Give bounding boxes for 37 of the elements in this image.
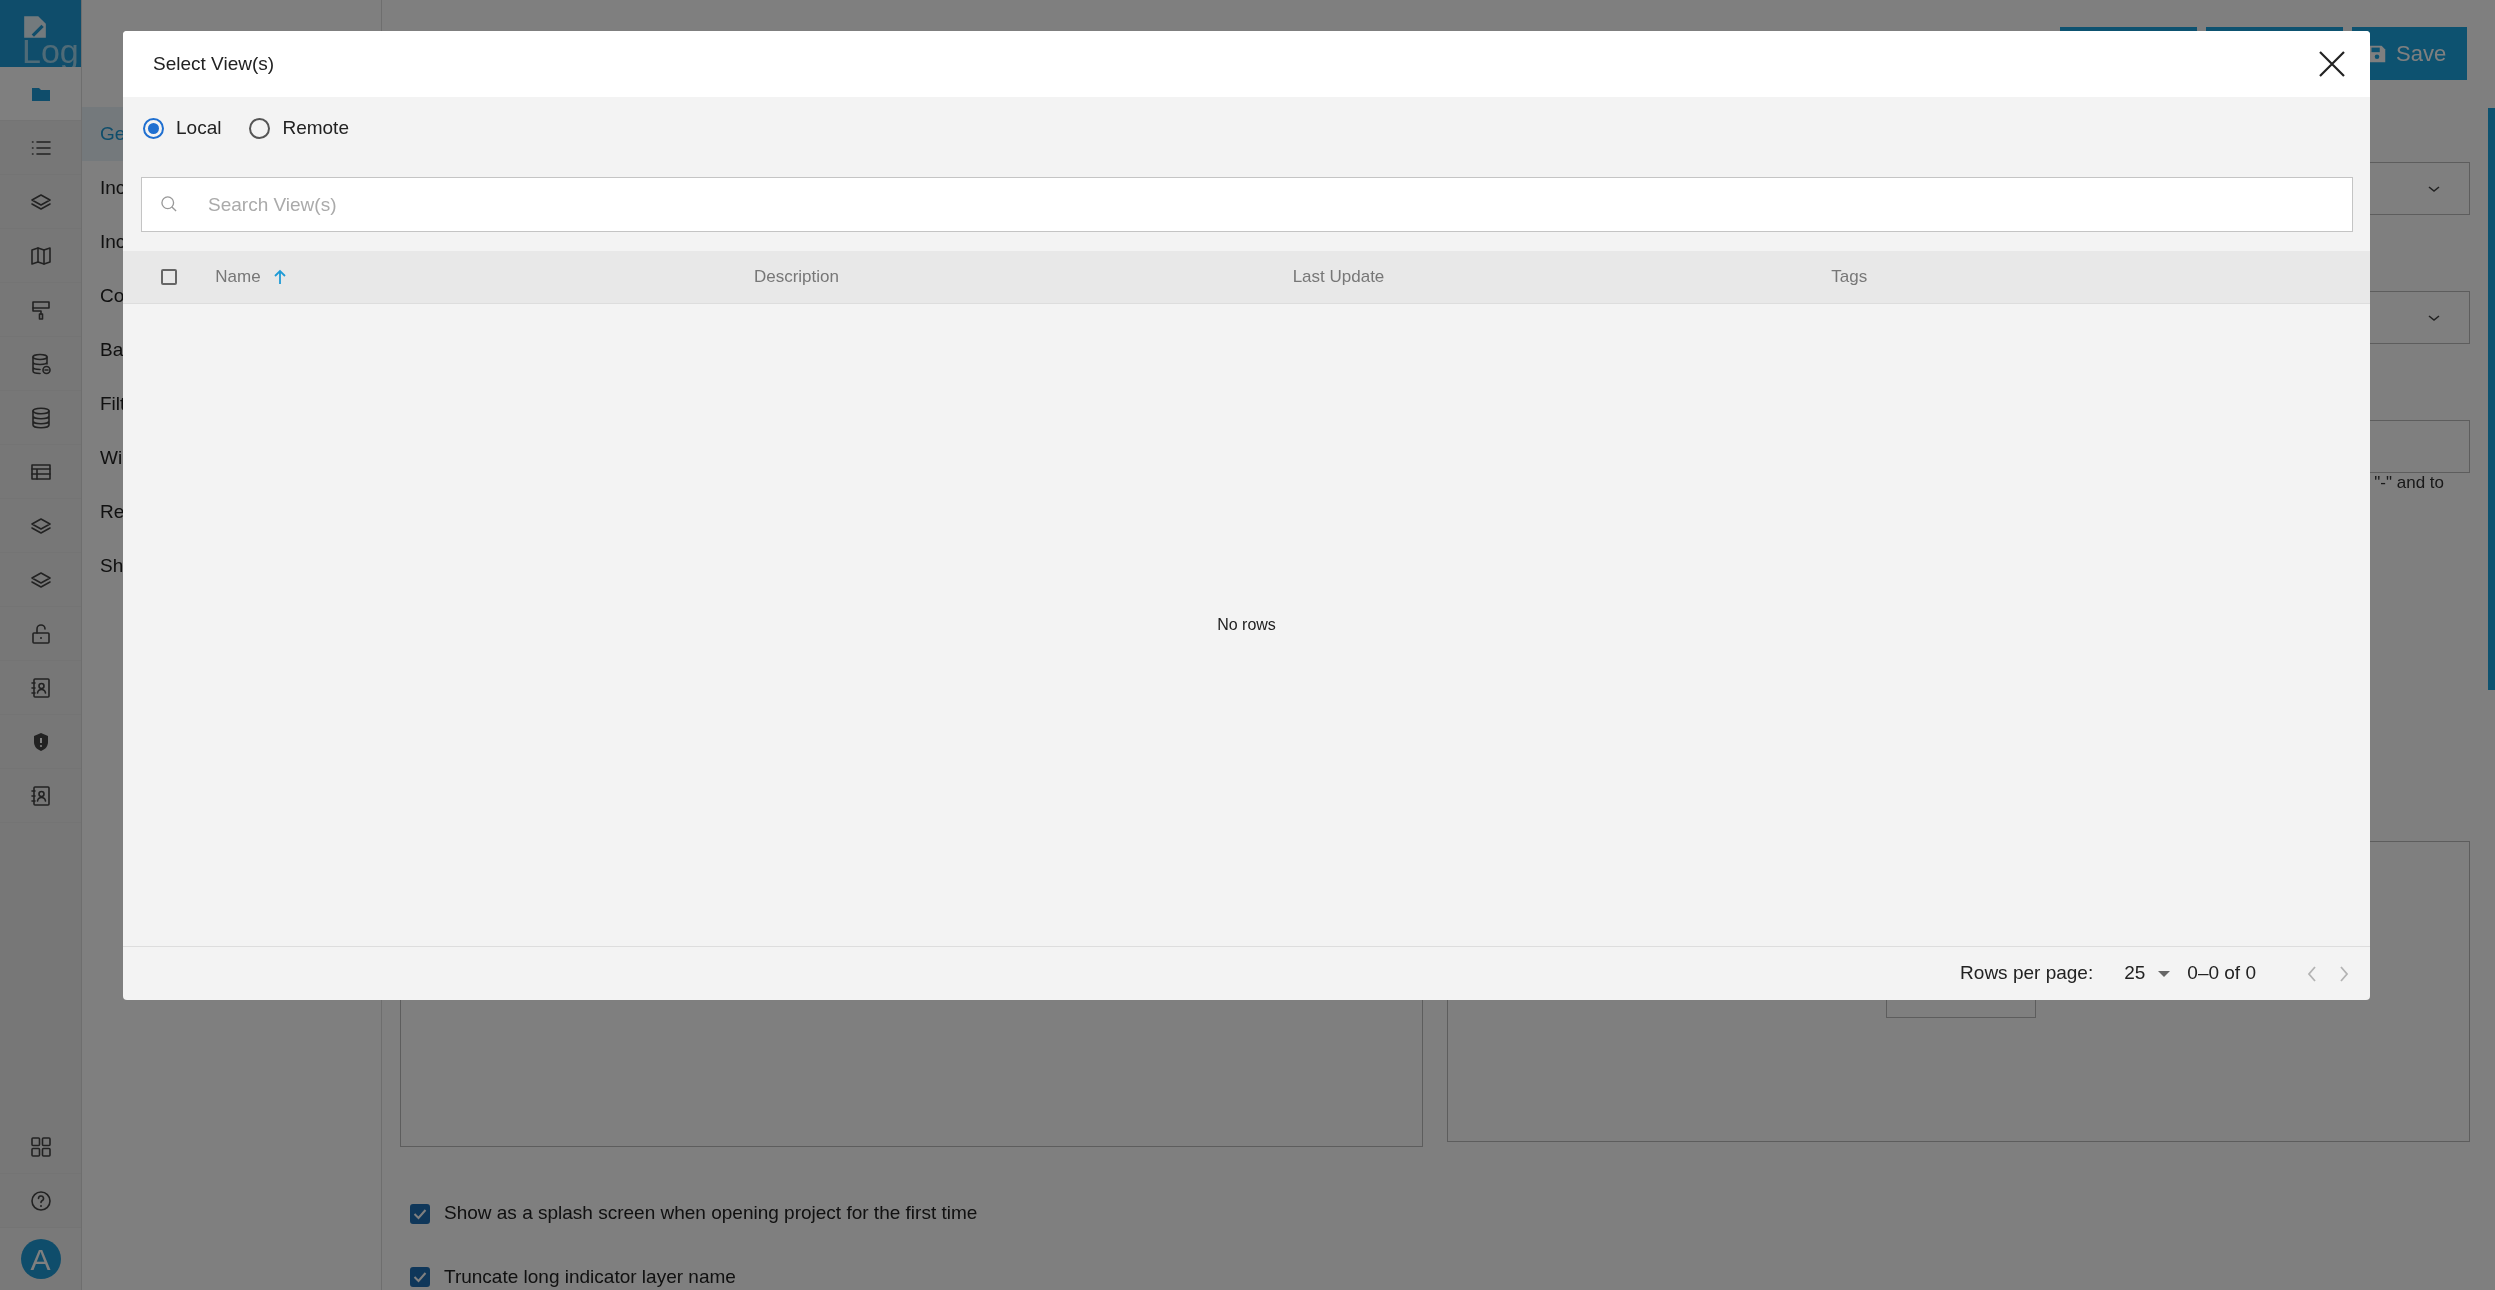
empty-message: No rows — [1217, 615, 1276, 635]
radio-label[interactable]: Remote — [282, 114, 349, 143]
avatar[interactable]: A — [20, 1239, 61, 1279]
radio-label[interactable]: Local — [176, 114, 222, 143]
checkbox-label: Show as a splash screen when opening project for the first time — [444, 1201, 978, 1226]
scrollbar[interactable] — [2488, 108, 2495, 690]
checkmark-icon — [413, 1271, 427, 1283]
column-header[interactable]: Name — [215, 264, 261, 290]
contact-book-icon — [28, 783, 53, 808]
column-header[interactable]: Tags — [1831, 264, 1868, 290]
chevron-down-icon — [2427, 312, 2441, 323]
grid-icon[interactable] — [28, 1134, 53, 1159]
dialog-title: Select View(s) — [153, 51, 275, 76]
caret-icon — [2157, 969, 2172, 978]
checkbox[interactable] — [410, 1267, 430, 1287]
checkmark-icon — [413, 1207, 427, 1220]
helper-text: "-" and to — [2373, 473, 2445, 493]
search-field[interactable]: Search View(s) — [141, 177, 2353, 232]
column-header[interactable]: Last Update — [1292, 264, 1385, 290]
checkbox-label: Truncate long indicator layer name — [444, 1264, 736, 1289]
radio-button[interactable] — [143, 117, 164, 139]
chevron-right-icon — [2338, 965, 2350, 984]
checkbox[interactable] — [410, 1203, 430, 1224]
search-icon — [159, 194, 179, 214]
sidebar-item[interactable] — [0, 67, 81, 121]
select-all-checkbox[interactable] — [161, 269, 178, 285]
chevron-left-icon — [2306, 965, 2318, 984]
radio-button[interactable] — [249, 117, 271, 139]
help-icon[interactable] — [28, 1188, 53, 1213]
rows-per-page-label: Rows per page: — [1960, 961, 2094, 986]
sort-arrow-icon[interactable] — [272, 269, 287, 285]
contact-book-icon — [28, 675, 53, 700]
chevron-down-icon — [2427, 183, 2441, 194]
rows-per-page-select[interactable]: 25 — [2118, 959, 2178, 988]
column-header[interactable]: Description — [753, 264, 839, 290]
logo-icon — [22, 14, 48, 40]
page-range: 0–0 of 0 — [2187, 961, 2256, 986]
